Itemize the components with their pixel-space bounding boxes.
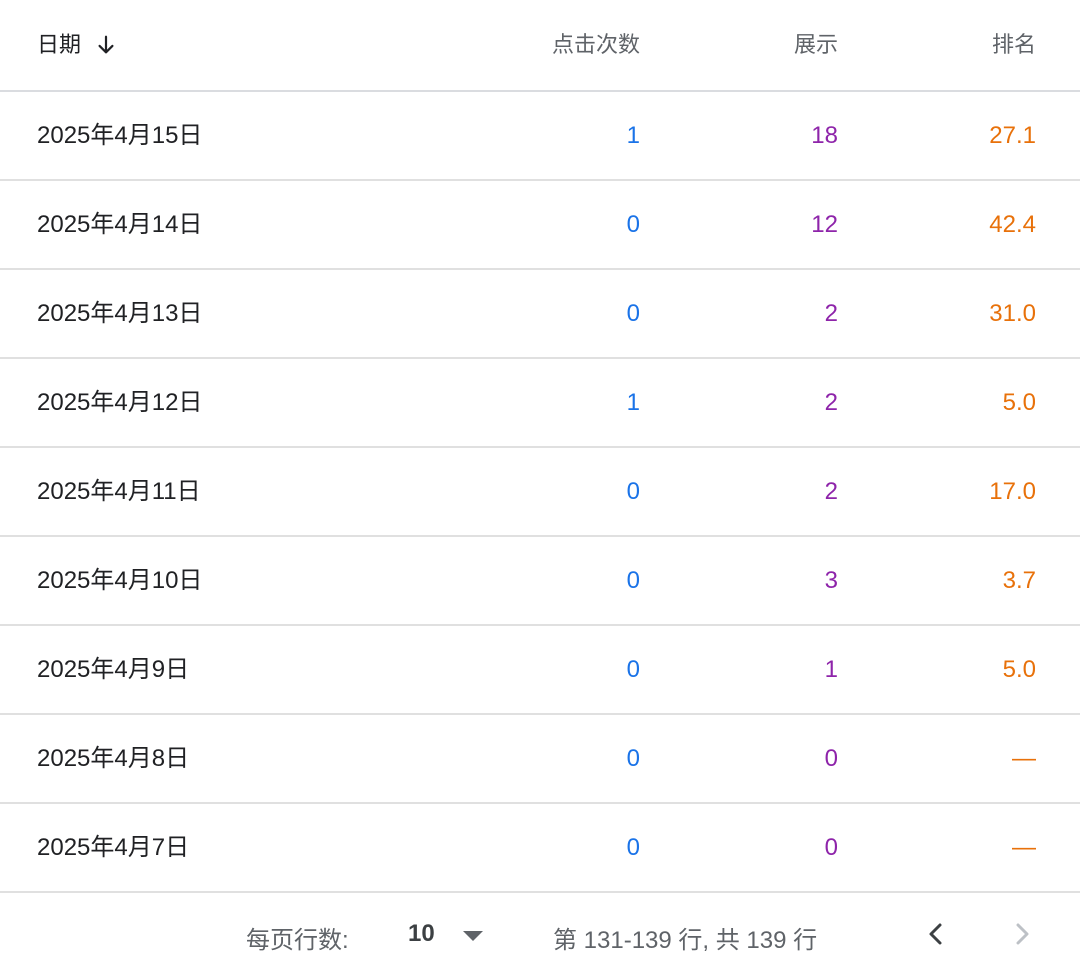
arrow-down-icon[interactable] xyxy=(95,34,117,56)
row-impressions: 2 xyxy=(824,477,838,505)
table-row: 2025年4月9日 0 1 5.0 xyxy=(0,626,1080,715)
table-row: 2025年4月13日 0 2 31.0 xyxy=(0,270,1080,359)
row-impressions: 12 xyxy=(811,210,838,238)
row-date: 2025年4月10日 xyxy=(37,566,203,594)
row-impressions: 0 xyxy=(824,744,838,772)
column-header-date[interactable]: 日期 xyxy=(37,30,117,60)
row-date: 2025年4月9日 xyxy=(37,655,190,683)
performance-table: 日期 点击次数 展示 排名 2025年4月15日 1 18 27.1 2025年… xyxy=(0,0,1080,893)
rows-per-page-label: 每页行数: xyxy=(246,927,349,954)
table-row: 2025年4月12日 1 2 5.0 xyxy=(0,359,1080,448)
row-date: 2025年4月8日 xyxy=(37,744,190,772)
row-clicks: 0 xyxy=(626,299,640,327)
row-clicks: 0 xyxy=(626,477,640,505)
table-row: 2025年4月14日 0 12 42.4 xyxy=(0,181,1080,270)
row-position: 5.0 xyxy=(1002,388,1036,416)
row-impressions: 3 xyxy=(824,566,838,594)
row-clicks: 0 xyxy=(626,210,640,238)
row-date: 2025年4月7日 xyxy=(37,833,190,861)
row-clicks: 0 xyxy=(626,655,640,683)
row-clicks: 0 xyxy=(626,833,640,861)
row-impressions: 18 xyxy=(811,121,838,149)
row-clicks: 1 xyxy=(626,121,640,149)
row-position: 31.0 xyxy=(989,299,1036,327)
column-header-clicks[interactable]: 点击次数 xyxy=(552,30,640,60)
column-header-position[interactable]: 排名 xyxy=(992,30,1036,60)
row-impressions: 1 xyxy=(824,655,838,683)
row-date: 2025年4月14日 xyxy=(37,210,203,238)
row-impressions: 2 xyxy=(824,299,838,327)
rows-per-page-select[interactable]: 10 xyxy=(408,920,435,948)
triangle-down-icon[interactable] xyxy=(462,930,484,942)
chevron-left-icon[interactable] xyxy=(920,918,952,950)
row-clicks: 1 xyxy=(626,388,640,416)
row-date: 2025年4月13日 xyxy=(37,299,203,327)
table-row: 2025年4月8日 0 0 — xyxy=(0,715,1080,804)
page-range-text: 第 131-139 行, 共 139 行 xyxy=(553,927,818,954)
table-row: 2025年4月10日 0 3 3.7 xyxy=(0,537,1080,626)
row-position: 5.0 xyxy=(1002,655,1036,683)
row-date: 2025年4月15日 xyxy=(37,121,203,149)
chevron-right-icon[interactable] xyxy=(1006,918,1038,950)
row-clicks: 0 xyxy=(626,566,640,594)
row-position: 42.4 xyxy=(989,210,1036,238)
row-date: 2025年4月11日 xyxy=(37,477,201,505)
row-clicks: 0 xyxy=(626,744,640,772)
row-impressions: 0 xyxy=(824,833,838,861)
row-date: 2025年4月12日 xyxy=(37,388,203,416)
row-position: 3.7 xyxy=(1002,566,1036,594)
table-row: 2025年4月11日 0 2 17.0 xyxy=(0,448,1080,537)
column-header-date-label: 日期 xyxy=(37,32,82,57)
row-position: — xyxy=(1012,833,1036,861)
pagination-bar: 每页行数: 10 第 131-139 行, 共 139 行 xyxy=(0,884,1080,969)
table-row: 2025年4月15日 1 18 27.1 xyxy=(0,92,1080,181)
table-row: 2025年4月7日 0 0 — xyxy=(0,804,1080,893)
row-impressions: 2 xyxy=(824,388,838,416)
row-position: 27.1 xyxy=(989,121,1036,149)
column-header-impressions[interactable]: 展示 xyxy=(794,30,838,60)
row-position: — xyxy=(1012,744,1036,772)
row-position: 17.0 xyxy=(989,477,1036,505)
table-header: 日期 点击次数 展示 排名 xyxy=(0,0,1080,92)
